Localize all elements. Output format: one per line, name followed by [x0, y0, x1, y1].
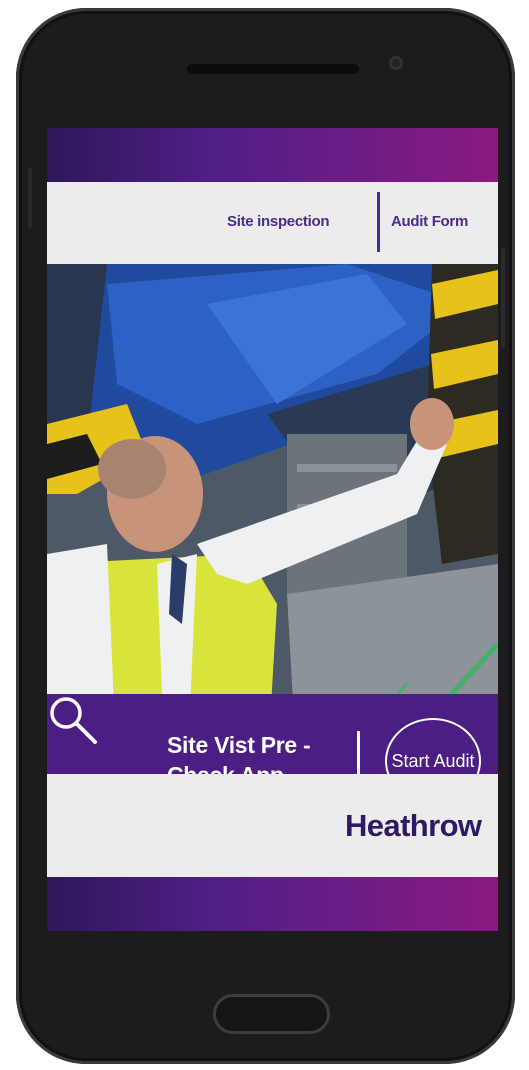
app-title: Site Vist Pre - Check App [167, 732, 311, 774]
phone-side-button [28, 168, 32, 228]
start-audit-button[interactable]: Start Audit [385, 718, 481, 774]
cta-divider [357, 731, 360, 774]
brand-strip: Heathrow [47, 774, 498, 877]
app-screen: Site inspection Audit Form Site Vist Pre… [47, 128, 498, 931]
home-button[interactable] [213, 994, 330, 1034]
heathrow-logo: Heathrow [345, 808, 482, 843]
phone-speaker [187, 64, 359, 74]
search-icon [50, 697, 97, 744]
camera-icon [389, 56, 403, 70]
nav-divider [377, 192, 380, 252]
cta-band: Site Vist Pre - Check App Start Audit [47, 694, 498, 774]
nav-link-site-inspection[interactable]: Site inspection [227, 213, 329, 230]
phone-volume-button [501, 248, 505, 348]
hero-image: Site Vist Pre - Check App Start Audit [47, 264, 498, 774]
top-gradient-bar [47, 128, 498, 182]
top-navigation: Site inspection Audit Form [47, 182, 498, 264]
nav-link-audit-form[interactable]: Audit Form [391, 213, 468, 230]
bottom-gradient-bar [47, 877, 498, 931]
